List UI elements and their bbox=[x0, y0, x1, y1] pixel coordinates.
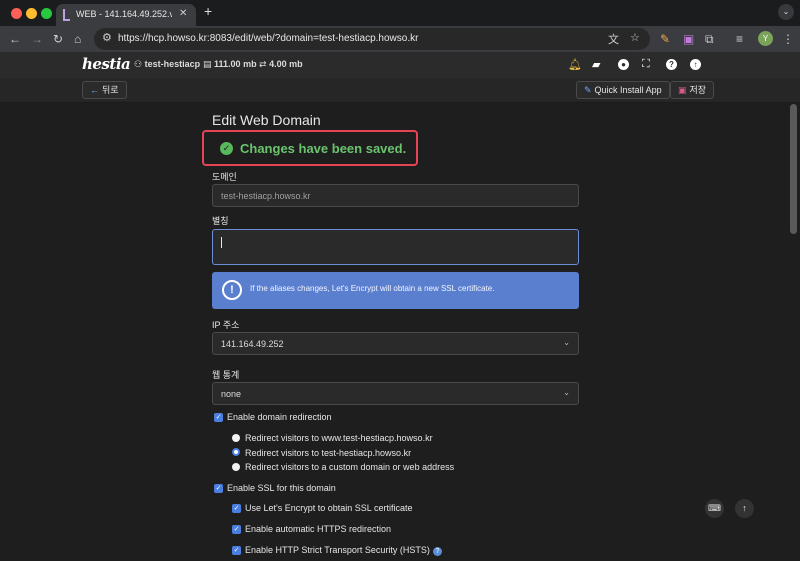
browser-toolbar: ← → ↻ ⌂ ⚙ https://hcp.howso.kr:8083/edit… bbox=[0, 26, 800, 52]
page-title: Edit Web Domain bbox=[212, 112, 321, 128]
forward-arrow-icon[interactable]: → bbox=[31, 31, 43, 47]
web-stats-select[interactable]: none ⌄ bbox=[212, 382, 579, 405]
redirect-nonwww-label: Redirect visitors to test-hestiacp.howso… bbox=[245, 448, 412, 458]
keyboard-shortcuts-icon[interactable]: ⌨ bbox=[705, 499, 724, 518]
user-icon: ⚇ bbox=[134, 59, 143, 69]
alias-textarea[interactable] bbox=[212, 229, 579, 265]
browser-menu-icon[interactable]: ⋮ bbox=[782, 31, 794, 47]
tab-search-icon[interactable]: ⌄ bbox=[778, 4, 794, 20]
enable-ssl-checkbox[interactable]: ✓ bbox=[214, 484, 223, 493]
extensions-puzzle-icon[interactable]: ⧉ bbox=[705, 31, 714, 47]
alias-notice: ! If the aliases changes, Let's Encrypt … bbox=[212, 272, 579, 309]
user-account-icon[interactable]: ● bbox=[618, 58, 629, 70]
hsts-label: Enable HTTP Strict Transport Security (H… bbox=[245, 545, 430, 555]
web-stats-value: none bbox=[221, 389, 242, 399]
disk-icon: ▤ bbox=[203, 59, 212, 69]
redirect-www-radio[interactable] bbox=[232, 434, 240, 442]
tab-close-icon[interactable]: ✕ bbox=[179, 8, 187, 19]
reading-list-icon[interactable]: ≡ bbox=[736, 31, 743, 47]
exclamation-circle-icon: ! bbox=[222, 280, 242, 300]
saved-message-highlight: ✓ Changes have been saved. bbox=[202, 130, 418, 166]
scroll-to-top-icon[interactable]: ↑ bbox=[735, 499, 754, 518]
back-button-label: 뒤로 bbox=[102, 85, 119, 95]
folder-icon[interactable]: ▰ bbox=[592, 58, 600, 71]
domain-value: test-hestiacp.howso.kr bbox=[221, 191, 311, 201]
home-icon[interactable]: ⌂ bbox=[74, 31, 81, 47]
quick-install-label: Quick Install App bbox=[594, 85, 662, 95]
help-icon[interactable]: ? bbox=[666, 58, 677, 70]
check-circle-icon: ✓ bbox=[220, 142, 233, 155]
bandwidth-usage: ⇄ 4.00 mb bbox=[259, 59, 303, 70]
domain-redirection-label: Enable domain redirection bbox=[227, 412, 332, 422]
domain-redirection-checkbox[interactable]: ✓ bbox=[214, 413, 223, 422]
back-button[interactable]: ← 뒤로 bbox=[82, 81, 127, 99]
https-redirect-label: Enable automatic HTTPS redirection bbox=[245, 524, 392, 534]
new-tab-icon[interactable]: + bbox=[204, 3, 212, 19]
user-indicator[interactable]: ⚇ test-hestiacp bbox=[134, 59, 200, 70]
lets-encrypt-checkbox[interactable]: ✓ bbox=[232, 504, 241, 513]
browser-tab[interactable]: WEB - 141.164.49.252.vultrus ✕ bbox=[56, 4, 196, 26]
back-arrow-icon[interactable]: ← bbox=[9, 31, 21, 47]
close-window-button[interactable] bbox=[11, 8, 22, 19]
url-text: https://hcp.howso.kr:8083/edit/web/?doma… bbox=[118, 33, 419, 44]
hestia-header: hestia ⚇ test-hestiacp ▤ 111.00 mb ⇄ 4.0… bbox=[0, 52, 800, 79]
user-name: test-hestiacp bbox=[144, 59, 201, 69]
chevron-down-icon: ⌄ bbox=[563, 338, 570, 347]
ip-select[interactable]: 141.164.49.252 ⌄ bbox=[212, 332, 579, 355]
magic-wand-icon: ✎ bbox=[584, 85, 592, 95]
site-info-icon[interactable]: ⚙ bbox=[102, 31, 112, 44]
notifications-bell-icon[interactable]: 🔔︎ bbox=[568, 58, 582, 71]
extension-capture-icon[interactable]: ▣ bbox=[683, 31, 694, 47]
profile-avatar[interactable]: Y bbox=[758, 31, 773, 46]
web-stats-label: 웹 통계 bbox=[212, 370, 240, 380]
save-button-label: 저장 bbox=[689, 85, 707, 95]
bandwidth-value: 4.00 mb bbox=[269, 59, 303, 69]
logout-icon[interactable]: ↑ bbox=[690, 58, 701, 70]
lets-encrypt-label: Use Let's Encrypt to obtain SSL certific… bbox=[245, 503, 413, 513]
extension-pencil-icon[interactable]: ✎ bbox=[660, 31, 670, 47]
ip-label: IP 주소 bbox=[212, 320, 240, 330]
https-redirect-checkbox[interactable]: ✓ bbox=[232, 525, 241, 534]
domain-input[interactable]: test-hestiacp.howso.kr bbox=[212, 184, 579, 207]
hestia-favicon-icon bbox=[63, 9, 70, 21]
translate-icon[interactable]: 文 bbox=[608, 31, 619, 47]
redirect-custom-radio[interactable] bbox=[232, 463, 240, 471]
hsts-help-icon[interactable]: ? bbox=[432, 547, 442, 556]
hsts-option: Enable HTTP Strict Transport Security (H… bbox=[245, 545, 442, 556]
hestia-logo[interactable]: hestia bbox=[82, 55, 131, 73]
redirect-nonwww-radio[interactable] bbox=[232, 448, 240, 456]
back-arrow-icon: ← bbox=[90, 85, 99, 95]
redirect-www-label: Redirect visitors to www.test-hestiacp.h… bbox=[245, 433, 433, 443]
quick-install-app-button[interactable]: ✎ Quick Install App bbox=[576, 81, 670, 99]
alias-label: 별칭 bbox=[212, 216, 229, 226]
transfer-icon: ⇄ bbox=[259, 59, 267, 69]
hsts-checkbox[interactable]: ✓ bbox=[232, 546, 241, 555]
address-bar[interactable]: ⚙ https://hcp.howso.kr:8083/edit/web/?do… bbox=[94, 28, 650, 50]
alias-notice-text: If the aliases changes, Let's Encrypt wi… bbox=[250, 284, 495, 293]
disk-usage: ▤ 111.00 mb bbox=[203, 59, 257, 70]
minimize-window-button[interactable] bbox=[26, 8, 37, 19]
tab-title: WEB - 141.164.49.252.vultrus bbox=[76, 9, 172, 19]
disk-value: 111.00 mb bbox=[214, 59, 257, 69]
ip-value: 141.164.49.252 bbox=[221, 339, 284, 349]
statistics-chart-icon[interactable]: ⛶ bbox=[642, 58, 650, 71]
save-button[interactable]: ▣ 저장 bbox=[670, 81, 715, 99]
domain-label: 도메인 bbox=[212, 172, 237, 182]
browser-tab-bar: WEB - 141.164.49.252.vultrus ✕ + ⌄ bbox=[0, 0, 800, 26]
enable-ssl-label: Enable SSL for this domain bbox=[227, 483, 336, 493]
action-bar: ← 뒤로 ✎ Quick Install App ▣ 저장 bbox=[0, 79, 800, 103]
page-scrollbar[interactable] bbox=[790, 104, 797, 234]
redirect-custom-label: Redirect visitors to a custom domain or … bbox=[245, 462, 455, 472]
chevron-down-icon: ⌄ bbox=[563, 388, 570, 397]
text-caret bbox=[221, 237, 222, 248]
reload-icon[interactable]: ↻ bbox=[53, 31, 63, 47]
bookmark-star-icon[interactable]: ☆ bbox=[630, 31, 640, 44]
saved-message: Changes have been saved. bbox=[240, 141, 407, 156]
maximize-window-button[interactable] bbox=[41, 8, 52, 19]
floppy-disk-icon: ▣ bbox=[678, 85, 687, 95]
